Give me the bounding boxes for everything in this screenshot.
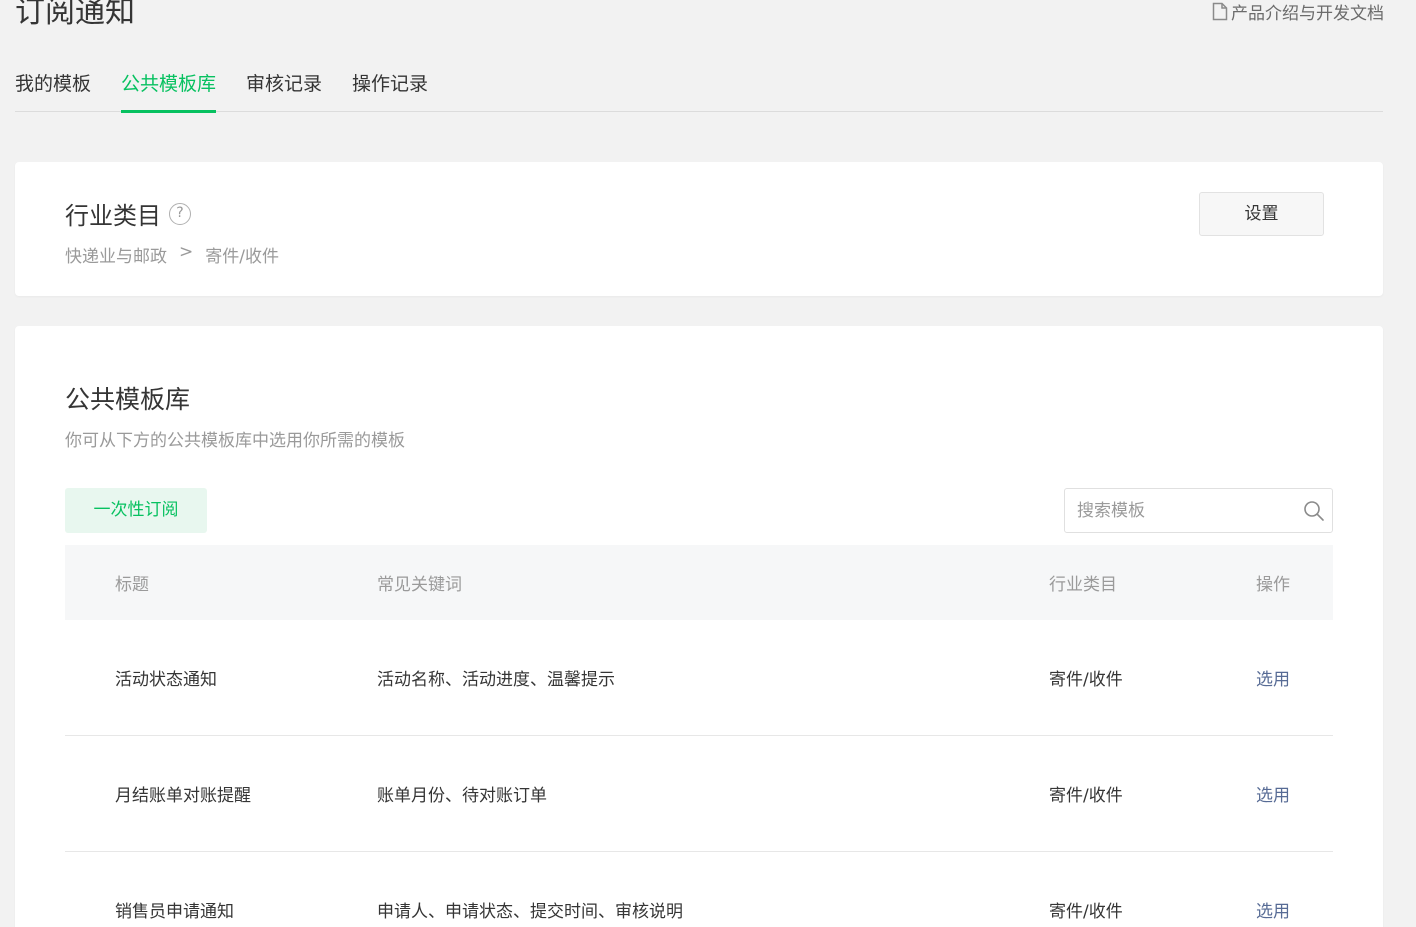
row-category: 寄件/收件 [1049, 670, 1123, 690]
select-link[interactable]: 选用 [1256, 897, 1333, 922]
page: 订阅通知 产品介绍与开发文档 我的模板 公共模板库 审核记录 操作记录 行业类目… [0, 0, 1416, 927]
table-row: 活动状态通知 活动名称、活动进度、温馨提示 寄件/收件 选用 [65, 620, 1333, 736]
industry-card: 行业类目 ? 快递业与邮政 > 寄件/收件 设置 [15, 162, 1383, 296]
row-keywords: 账单月份、待对账订单 [377, 786, 547, 806]
library-description: 你可从下方的公共模板库中选用你所需的模板 [65, 431, 405, 451]
settings-button[interactable]: 设置 [1199, 192, 1324, 236]
column-header-keywords: 常见关键词 [377, 575, 462, 595]
industry-path-child: 寄件/收件 [205, 247, 279, 267]
tab-my-templates[interactable]: 我的模板 [15, 62, 91, 112]
tab-bar: 我的模板 公共模板库 审核记录 操作记录 [15, 62, 1383, 113]
row-keywords: 活动名称、活动进度、温馨提示 [377, 670, 615, 690]
row-category: 寄件/收件 [1049, 902, 1123, 922]
industry-path: 快递业与邮政 > 寄件/收件 [65, 242, 279, 267]
one-time-subscription-filter[interactable]: 一次性订阅 [65, 488, 207, 533]
column-header-action: 操作 [1256, 575, 1290, 595]
row-title: 活动状态通知 [115, 670, 217, 690]
page-title: 订阅通知 [15, 0, 135, 30]
table-row: 销售员申请通知 申请人、申请状态、提交时间、审核说明 寄件/收件 选用 [65, 852, 1333, 927]
library-card: 公共模板库 你可从下方的公共模板库中选用你所需的模板 一次性订阅 标题 常见关键… [15, 326, 1383, 927]
search-input[interactable] [1065, 489, 1296, 532]
row-keywords: 申请人、申请状态、提交时间、审核说明 [377, 902, 683, 922]
industry-path-parent: 快递业与邮政 [65, 247, 167, 267]
library-title: 公共模板库 [65, 385, 191, 414]
column-header-title: 标题 [115, 575, 149, 595]
select-link[interactable]: 选用 [1256, 781, 1333, 806]
document-icon [1212, 2, 1228, 21]
select-link[interactable]: 选用 [1256, 665, 1333, 690]
doc-link-label: 产品介绍与开发文档 [1231, 3, 1384, 24]
template-table: 标题 常见关键词 行业类目 操作 活动状态通知 活动名称、活动进度、温馨提示 寄… [65, 545, 1333, 927]
search-icon[interactable] [1296, 489, 1332, 533]
doc-link[interactable]: 产品介绍与开发文档 [1212, 0, 1384, 24]
row-title: 销售员申请通知 [115, 902, 234, 922]
industry-title-group: 行业类目 ? [65, 196, 191, 231]
industry-path-separator: > [179, 242, 194, 262]
row-title: 月结账单对账提醒 [115, 786, 251, 806]
column-header-category: 行业类目 [1049, 575, 1117, 595]
tab-public-library[interactable]: 公共模板库 [121, 62, 217, 113]
table-row: 月结账单对账提醒 账单月份、待对账订单 寄件/收件 选用 [65, 736, 1333, 852]
row-category: 寄件/收件 [1049, 786, 1123, 806]
help-icon[interactable]: ? [169, 202, 191, 225]
tab-operation-records[interactable]: 操作记录 [352, 62, 428, 112]
search-box [1064, 488, 1333, 533]
table-header: 标题 常见关键词 行业类目 操作 [65, 545, 1333, 620]
industry-title: 行业类目 [65, 202, 161, 230]
tab-review-records[interactable]: 审核记录 [246, 62, 322, 112]
